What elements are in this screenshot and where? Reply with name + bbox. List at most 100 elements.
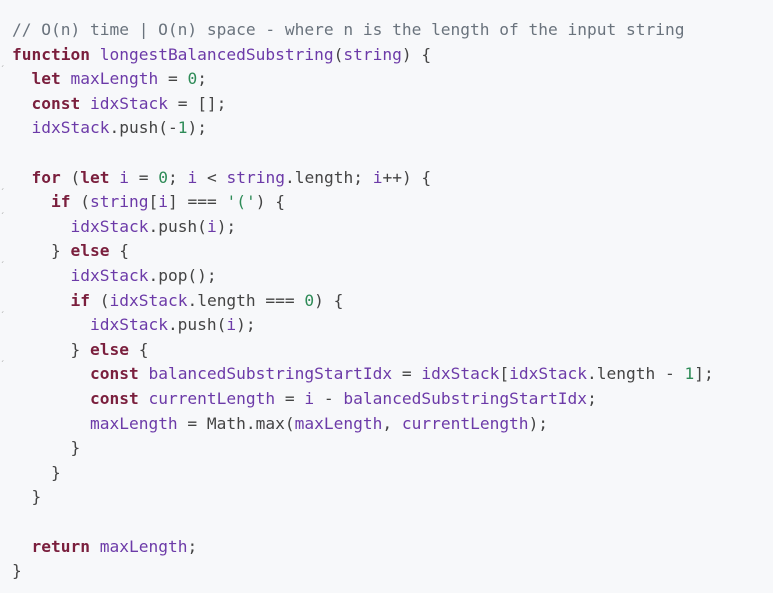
code-token: currentLength: [148, 389, 276, 408]
code-token: // O(n) time | O(n) space - where n is t…: [12, 20, 685, 39]
code-line[interactable]: idxStack.push(i);: [12, 215, 236, 240]
code-token: '(': [226, 192, 256, 212]
code-token: (: [333, 44, 344, 64]
fold-chevron-icon[interactable]: ˏ: [0, 353, 10, 363]
fold-chevron-icon[interactable]: ˏ: [0, 205, 10, 215]
code-token: 0: [187, 69, 198, 89]
code-token: ) {: [255, 192, 285, 212]
code-token: .push(: [148, 216, 207, 236]
code-token: 1: [684, 364, 695, 384]
code-line[interactable]: idxStack.pop();: [12, 264, 217, 289]
code-token: if: [50, 192, 71, 212]
code-token: (: [70, 192, 90, 212]
code-token: const: [31, 93, 81, 113]
code-token: =: [392, 364, 422, 384]
code-token: {: [128, 339, 149, 359]
code-token: i: [304, 389, 315, 408]
code-line[interactable]: idxStack.push(i);: [12, 313, 256, 338]
code-token: maxLength: [89, 413, 178, 433]
code-line[interactable]: } else {: [12, 239, 129, 264]
code-token: }: [12, 339, 90, 359]
code-line[interactable]: const balancedSubstringStartIdx = idxSta…: [12, 362, 714, 387]
code-line[interactable]: if (string[i] === '(') {: [12, 190, 285, 215]
fold-chevron-icon[interactable]: ˏ: [0, 181, 10, 191]
code-token: {: [109, 241, 129, 261]
code-token: const: [89, 364, 139, 384]
fold-chevron-icon[interactable]: ˏ: [0, 304, 10, 314]
code-token: .length;: [284, 167, 373, 187]
code-token: else: [70, 241, 110, 261]
code-line[interactable]: for (let i = 0; i < string.length; i++) …: [12, 166, 432, 191]
code-line[interactable]: }: [12, 559, 22, 584]
code-token: function: [12, 44, 90, 64]
code-token: .pop();: [148, 266, 217, 285]
code-token: (: [89, 290, 110, 310]
code-token: i: [372, 167, 383, 187]
code-editor[interactable]: // O(n) time | O(n) space - where n is t…: [0, 0, 773, 593]
code-token: i: [158, 192, 168, 212]
code-token: idxStack: [109, 290, 188, 310]
code-token: ];: [694, 364, 714, 384]
code-token: [: [499, 364, 510, 384]
code-line[interactable]: const currentLength = i - balancedSubstr…: [12, 387, 597, 412]
code-line[interactable]: } else {: [12, 338, 148, 363]
code-token: idxStack: [70, 266, 149, 285]
code-line[interactable]: let maxLength = 0;: [12, 67, 207, 92]
code-token: );: [216, 216, 237, 236]
code-line[interactable]: maxLength = Math.max(maxLength, currentL…: [12, 412, 548, 437]
code-token: i: [226, 315, 237, 335]
code-token: }: [12, 241, 71, 261]
code-token: =: [158, 69, 188, 89]
fold-chevron-icon[interactable]: ˏ: [0, 58, 10, 68]
code-token: idxStack: [509, 364, 588, 384]
code-token: string: [343, 44, 402, 64]
code-token: =: [275, 389, 305, 408]
code-token: );: [236, 315, 256, 335]
code-token: maxLength: [294, 413, 383, 433]
code-token: return: [31, 536, 90, 556]
code-line[interactable]: return maxLength;: [12, 535, 198, 560]
code-token: string: [226, 167, 285, 187]
code-token: );: [528, 413, 549, 433]
code-token: ;: [168, 167, 188, 187]
fold-chevron-icon[interactable]: ˏ: [0, 254, 10, 264]
code-line[interactable]: }: [12, 461, 61, 486]
code-line[interactable]: }: [12, 436, 80, 461]
code-token: <: [197, 167, 227, 187]
code-token: = Math.max(: [177, 413, 295, 433]
code-token: = [];: [167, 93, 227, 113]
code-token: ] ===: [167, 192, 227, 212]
code-token: 1: [177, 118, 188, 138]
code-token: for: [31, 167, 61, 187]
code-token: }: [12, 487, 42, 507]
code-token: [: [148, 192, 159, 212]
code-line[interactable]: function longestBalancedSubstring(string…: [12, 43, 431, 68]
code-line[interactable]: idxStack.push(-1);: [12, 116, 207, 141]
code-line[interactable]: }: [12, 485, 41, 510]
code-token: maxLength: [70, 69, 159, 89]
code-token: .length ===: [187, 290, 305, 310]
code-line[interactable]: if (idxStack.length === 0) {: [12, 289, 343, 314]
code-token: balancedSubstringStartIdx: [148, 364, 393, 384]
code-token: longestBalancedSubstring: [99, 44, 334, 64]
code-token: if: [70, 290, 90, 310]
code-token: ;: [587, 389, 597, 408]
code-token: maxLength: [99, 536, 188, 556]
code-line[interactable]: const idxStack = [];: [12, 92, 227, 117]
code-token: ;: [187, 536, 198, 556]
code-line[interactable]: // O(n) time | O(n) space - where n is t…: [12, 18, 684, 43]
